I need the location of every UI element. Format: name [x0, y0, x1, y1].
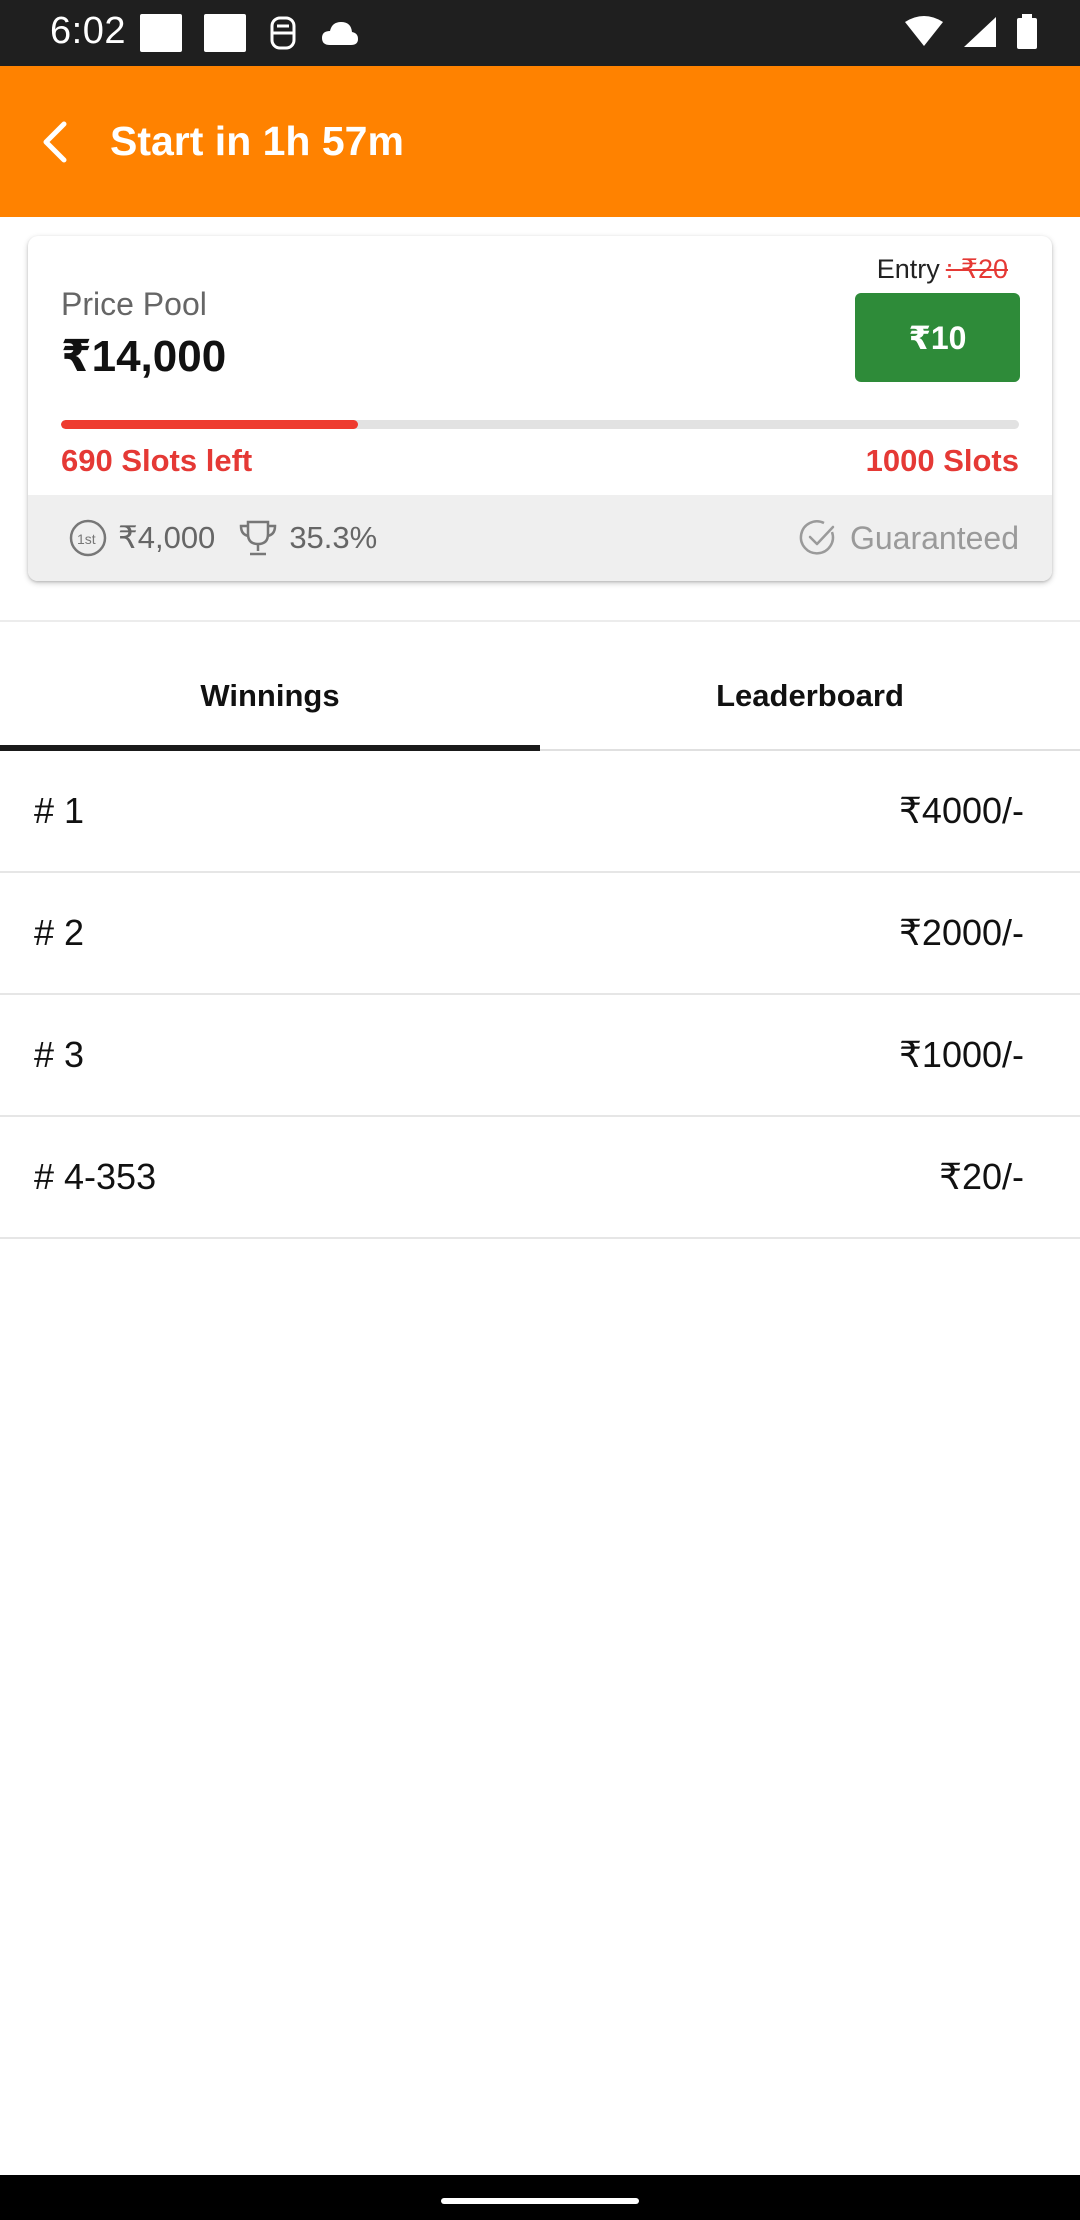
prize-amount: ₹2000/- [899, 912, 1024, 953]
notification-square-icon-2 [204, 14, 246, 52]
winnings-row: # 2 ₹2000/- [0, 873, 1080, 995]
slots-total-text: 1000 Slots [865, 443, 1019, 478]
android-head-icon [270, 16, 296, 50]
page-title: Start in 1h 57m [110, 118, 404, 164]
prize-amount: ₹4000/- [899, 790, 1024, 831]
signal-icon [964, 17, 996, 47]
section-divider [0, 620, 1080, 622]
first-place-icon: 1st [69, 519, 107, 557]
winnings-list: # 1 ₹4000/- # 2 ₹2000/- # 3 ₹1000/- # 4-… [0, 751, 1080, 1239]
tab-bar: Winnings Leaderboard [0, 643, 1080, 751]
system-nav-bar [0, 2175, 1080, 2220]
app-bar: Start in 1h 57m [0, 66, 1080, 217]
tab-leaderboard[interactable]: Leaderboard [540, 643, 1080, 749]
win-percent-value: 35.3% [289, 520, 378, 555]
winnings-row: # 1 ₹4000/- [0, 751, 1080, 873]
slots-progress-fill [61, 420, 358, 429]
status-notification-icons [140, 14, 360, 52]
guaranteed-badge: Guaranteed [798, 518, 1019, 558]
rank-label: # 1 [34, 790, 85, 831]
rank-label: # 2 [34, 912, 85, 953]
entry-fee-row: Entry : ₹20 [877, 254, 1008, 285]
home-gesture-handle[interactable] [441, 2198, 639, 2204]
slots-left-text: 690 Slots left [61, 443, 253, 478]
back-button[interactable] [26, 112, 86, 172]
wifi-icon [905, 16, 943, 46]
first-prize-value: ₹4,000 [118, 520, 216, 555]
prize-pool-label: Price Pool [61, 286, 207, 322]
cloud-icon [322, 22, 358, 45]
trophy-icon [240, 520, 277, 556]
card-footer: 1st ₹4,000 35.3% Guaranteed [28, 495, 1052, 581]
back-arrow-icon [43, 121, 67, 162]
notification-square-icon [140, 14, 182, 52]
join-button[interactable]: ₹10 [855, 293, 1020, 382]
win-percent-info: 35.3% [237, 517, 377, 559]
prize-pool-value: ₹14,000 [61, 332, 227, 381]
rank-label: # 4-353 [34, 1156, 157, 1197]
status-time: 6:02 [50, 10, 126, 52]
winnings-row: # 4-353 ₹20/- [0, 1117, 1080, 1239]
guaranteed-label: Guaranteed [849, 519, 1019, 556]
rank-label: # 3 [34, 1034, 85, 1075]
prize-amount: ₹1000/- [899, 1034, 1024, 1075]
status-system-icons [904, 14, 1038, 50]
status-bar: 6:02 [0, 0, 1080, 66]
slots-progress-bar [61, 420, 1019, 429]
tab-winnings[interactable]: Winnings [0, 643, 540, 751]
entry-original-price: : ₹20 [945, 254, 1008, 284]
prize-amount: ₹20/- [939, 1156, 1024, 1197]
entry-label: Entry [876, 254, 940, 284]
contest-card[interactable]: Price Pool ₹14,000 Entry : ₹20 ₹10 690 S… [28, 236, 1052, 581]
svg-text:1st: 1st [77, 531, 96, 547]
battery-icon [1017, 14, 1037, 49]
first-prize-info: 1st ₹4,000 [68, 518, 215, 558]
winnings-row: # 3 ₹1000/- [0, 995, 1080, 1117]
check-circle-icon [799, 520, 835, 555]
